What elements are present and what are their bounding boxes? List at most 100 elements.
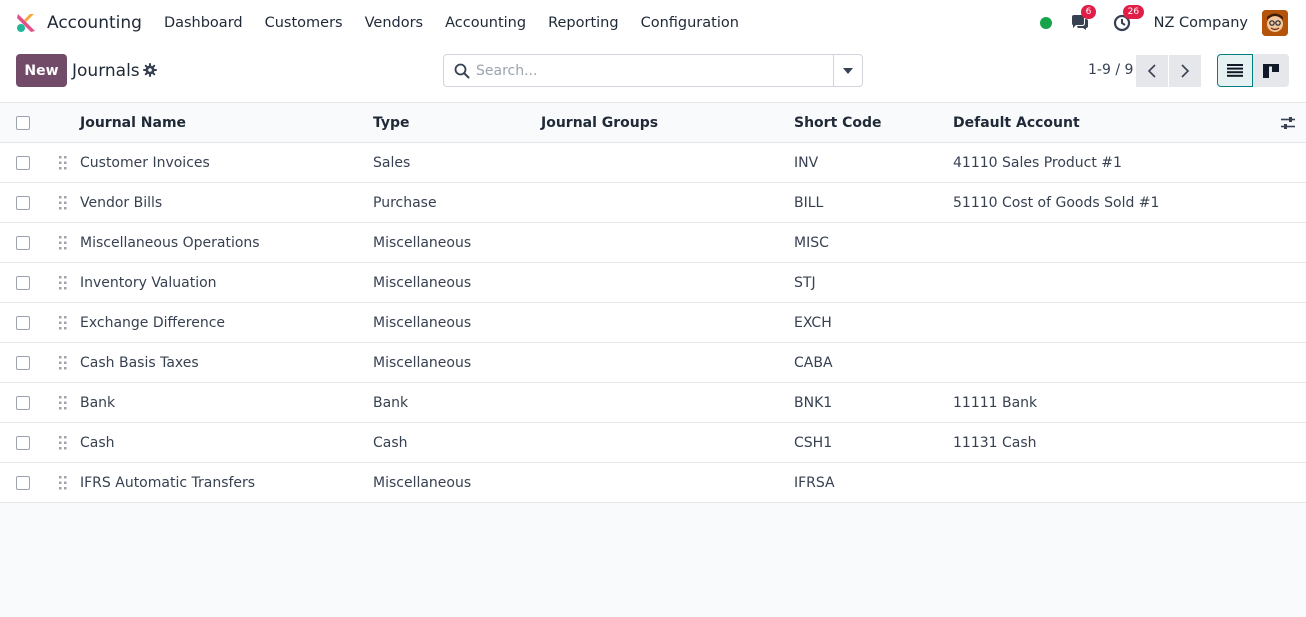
navbar-systray: 6 26 NZ Company <box>1039 0 1288 46</box>
cell-short-code: INV <box>794 155 819 171</box>
cell-default-account: 11111 Bank <box>953 395 1038 411</box>
search-options-toggle[interactable] <box>833 55 862 86</box>
cell-short-code: STJ <box>794 275 816 291</box>
table-row[interactable]: Customer Invoices Sales INV 41110 Sales … <box>0 143 1306 183</box>
chevron-left-icon <box>1147 64 1156 78</box>
accounting-app-icon <box>16 13 36 33</box>
user-avatar[interactable] <box>1262 10 1288 36</box>
cell-short-code: BNK1 <box>794 395 833 411</box>
kanban-icon <box>1263 63 1279 78</box>
pager-value[interactable]: 1-9 / 9 <box>1088 62 1133 78</box>
cell-type: Sales <box>373 155 411 171</box>
row-checkbox[interactable] <box>16 196 30 210</box>
row-checkbox[interactable] <box>16 476 30 490</box>
cell-default-account: 51110 Cost of Goods Sold #1 <box>953 195 1160 211</box>
menu-dashboard[interactable]: Dashboard <box>153 15 254 31</box>
drag-handle-icon[interactable] <box>59 396 67 410</box>
online-status-dot <box>1039 17 1052 29</box>
table-header-row: Journal Name Type Journal Groups Short C… <box>0 103 1306 143</box>
column-header-journal-groups[interactable]: Journal Groups <box>541 103 658 143</box>
chevron-right-icon <box>1181 64 1190 78</box>
menu-reporting[interactable]: Reporting <box>537 15 630 31</box>
cell-journal-name: Cash Basis Taxes <box>80 355 199 371</box>
row-checkbox[interactable] <box>16 276 30 290</box>
new-button[interactable]: New <box>16 54 67 87</box>
column-header-default-account[interactable]: Default Account <box>953 103 1080 143</box>
cell-journal-name: Customer Invoices <box>80 155 210 171</box>
optional-columns-sliders-icon[interactable] <box>1280 115 1296 131</box>
cell-type: Miscellaneous <box>373 475 472 491</box>
cell-short-code: EXCH <box>794 315 832 331</box>
column-header-journal-name[interactable]: Journal Name <box>80 103 186 143</box>
cell-journal-name: Miscellaneous Operations <box>80 235 260 251</box>
row-checkbox[interactable] <box>16 436 30 450</box>
menu-customers[interactable]: Customers <box>254 15 354 31</box>
drag-handle-icon[interactable] <box>59 436 67 450</box>
cell-default-account: 41110 Sales Product #1 <box>953 155 1122 171</box>
cell-short-code: CSH1 <box>794 435 833 451</box>
column-header-short-code[interactable]: Short Code <box>794 103 882 143</box>
table-row[interactable]: IFRS Automatic Transfers Miscellaneous I… <box>0 463 1306 503</box>
cell-default-account: 11131 Cash <box>953 435 1037 451</box>
cell-type: Miscellaneous <box>373 355 472 371</box>
activities-count-badge: 26 <box>1122 5 1145 19</box>
cell-journal-name: Cash <box>80 435 115 451</box>
messages-count-badge: 6 <box>1080 5 1097 19</box>
drag-handle-icon[interactable] <box>59 316 67 330</box>
messages-icon[interactable]: 6 <box>1070 5 1097 33</box>
search-icon <box>454 63 470 79</box>
drag-handle-icon[interactable] <box>59 196 67 210</box>
table-row[interactable]: Miscellaneous Operations Miscellaneous M… <box>0 223 1306 263</box>
row-checkbox[interactable] <box>16 236 30 250</box>
menu-accounting[interactable]: Accounting <box>434 15 537 31</box>
activities-clock-icon[interactable]: 26 <box>1112 5 1145 33</box>
drag-handle-icon[interactable] <box>59 236 67 250</box>
cell-short-code: BILL <box>794 195 824 211</box>
gear-icon[interactable] <box>143 63 157 77</box>
main-menu: Dashboard Customers Vendors Accounting R… <box>153 15 750 31</box>
search-input[interactable] <box>476 58 816 83</box>
pager-next-button[interactable] <box>1169 55 1201 87</box>
cell-short-code: IFRSA <box>794 475 835 491</box>
drag-handle-icon[interactable] <box>59 476 67 490</box>
pager-previous-button[interactable] <box>1136 55 1168 87</box>
table-row[interactable]: Vendor Bills Purchase BILL 51110 Cost of… <box>0 183 1306 223</box>
cell-journal-name: IFRS Automatic Transfers <box>80 475 256 491</box>
row-checkbox[interactable] <box>16 356 30 370</box>
table-row[interactable]: Bank Bank BNK1 11111 Bank <box>0 383 1306 423</box>
list-view-button[interactable] <box>1217 54 1253 87</box>
table-row[interactable]: Cash Cash CSH1 11131 Cash <box>0 423 1306 463</box>
cell-type: Cash <box>373 435 408 451</box>
drag-handle-icon[interactable] <box>59 356 67 370</box>
cell-journal-name: Inventory Valuation <box>80 275 217 291</box>
table-row[interactable]: Exchange Difference Miscellaneous EXCH <box>0 303 1306 343</box>
table-row[interactable]: Cash Basis Taxes Miscellaneous CABA <box>0 343 1306 383</box>
cell-short-code: MISC <box>794 235 829 251</box>
select-all-checkbox[interactable] <box>16 116 30 130</box>
company-switcher[interactable]: NZ Company <box>1154 15 1248 31</box>
menu-configuration[interactable]: Configuration <box>630 15 750 31</box>
page-title: Journals <box>72 61 140 81</box>
kanban-view-button[interactable] <box>1253 54 1289 87</box>
cell-short-code: CABA <box>794 355 833 371</box>
menu-vendors[interactable]: Vendors <box>354 15 435 31</box>
cell-type: Miscellaneous <box>373 235 472 251</box>
cell-journal-name: Bank <box>80 395 116 411</box>
drag-handle-icon[interactable] <box>59 276 67 290</box>
cell-type: Miscellaneous <box>373 315 472 331</box>
row-checkbox[interactable] <box>16 396 30 410</box>
column-header-type[interactable]: Type <box>373 103 410 143</box>
table-row[interactable]: Inventory Valuation Miscellaneous STJ <box>0 263 1306 303</box>
app-name: Accounting <box>47 13 142 33</box>
row-checkbox[interactable] <box>16 156 30 170</box>
cell-type: Miscellaneous <box>373 275 472 291</box>
cell-journal-name: Exchange Difference <box>80 315 226 331</box>
cell-type: Bank <box>373 395 409 411</box>
drag-handle-icon[interactable] <box>59 156 67 170</box>
control-panel: New Journals 1-9 / 9 <box>0 46 1306 103</box>
search-bar <box>443 54 863 87</box>
row-checkbox[interactable] <box>16 316 30 330</box>
top-navbar: Accounting Dashboard Customers Vendors A… <box>0 0 1306 46</box>
cell-type: Purchase <box>373 195 437 211</box>
app-brand[interactable]: Accounting <box>16 13 142 33</box>
